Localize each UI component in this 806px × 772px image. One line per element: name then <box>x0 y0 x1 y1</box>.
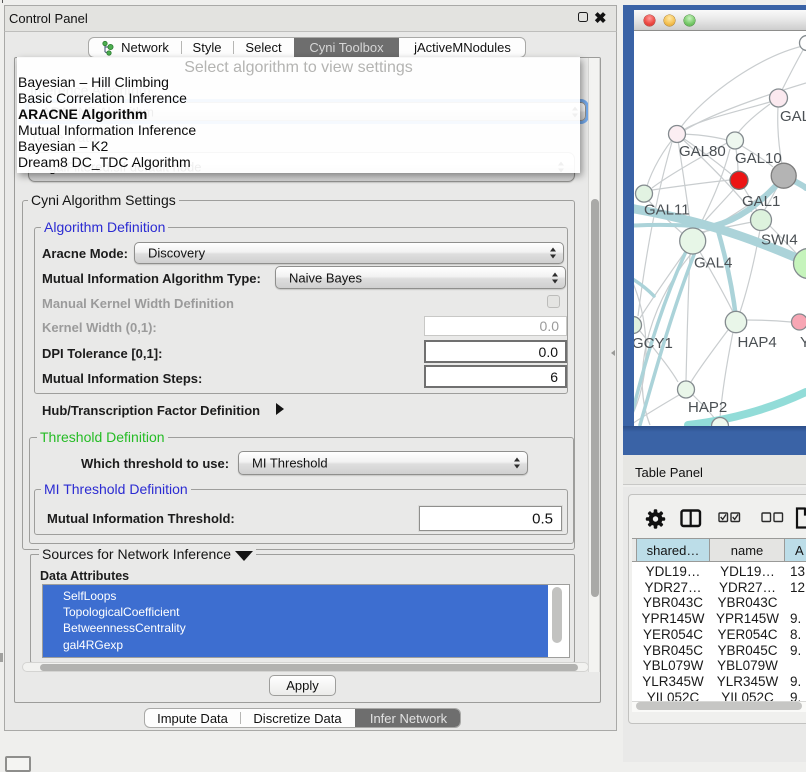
svg-text:GAL1: GAL1 <box>742 193 780 210</box>
svg-text:GAL10: GAL10 <box>735 150 782 167</box>
svg-text:GAL80: GAL80 <box>679 143 726 160</box>
svg-text:YJ: YJ <box>800 334 806 351</box>
svg-text:GAL2: GAL2 <box>780 108 806 125</box>
svg-text:HAP2: HAP2 <box>688 399 727 416</box>
svg-text:HAP4: HAP4 <box>738 334 777 351</box>
svg-text:GAL11: GAL11 <box>644 202 690 219</box>
svg-text:GCY1: GCY1 <box>634 335 673 352</box>
svg-text:GAL4: GAL4 <box>694 255 732 272</box>
svg-text:SWI4: SWI4 <box>761 232 798 249</box>
